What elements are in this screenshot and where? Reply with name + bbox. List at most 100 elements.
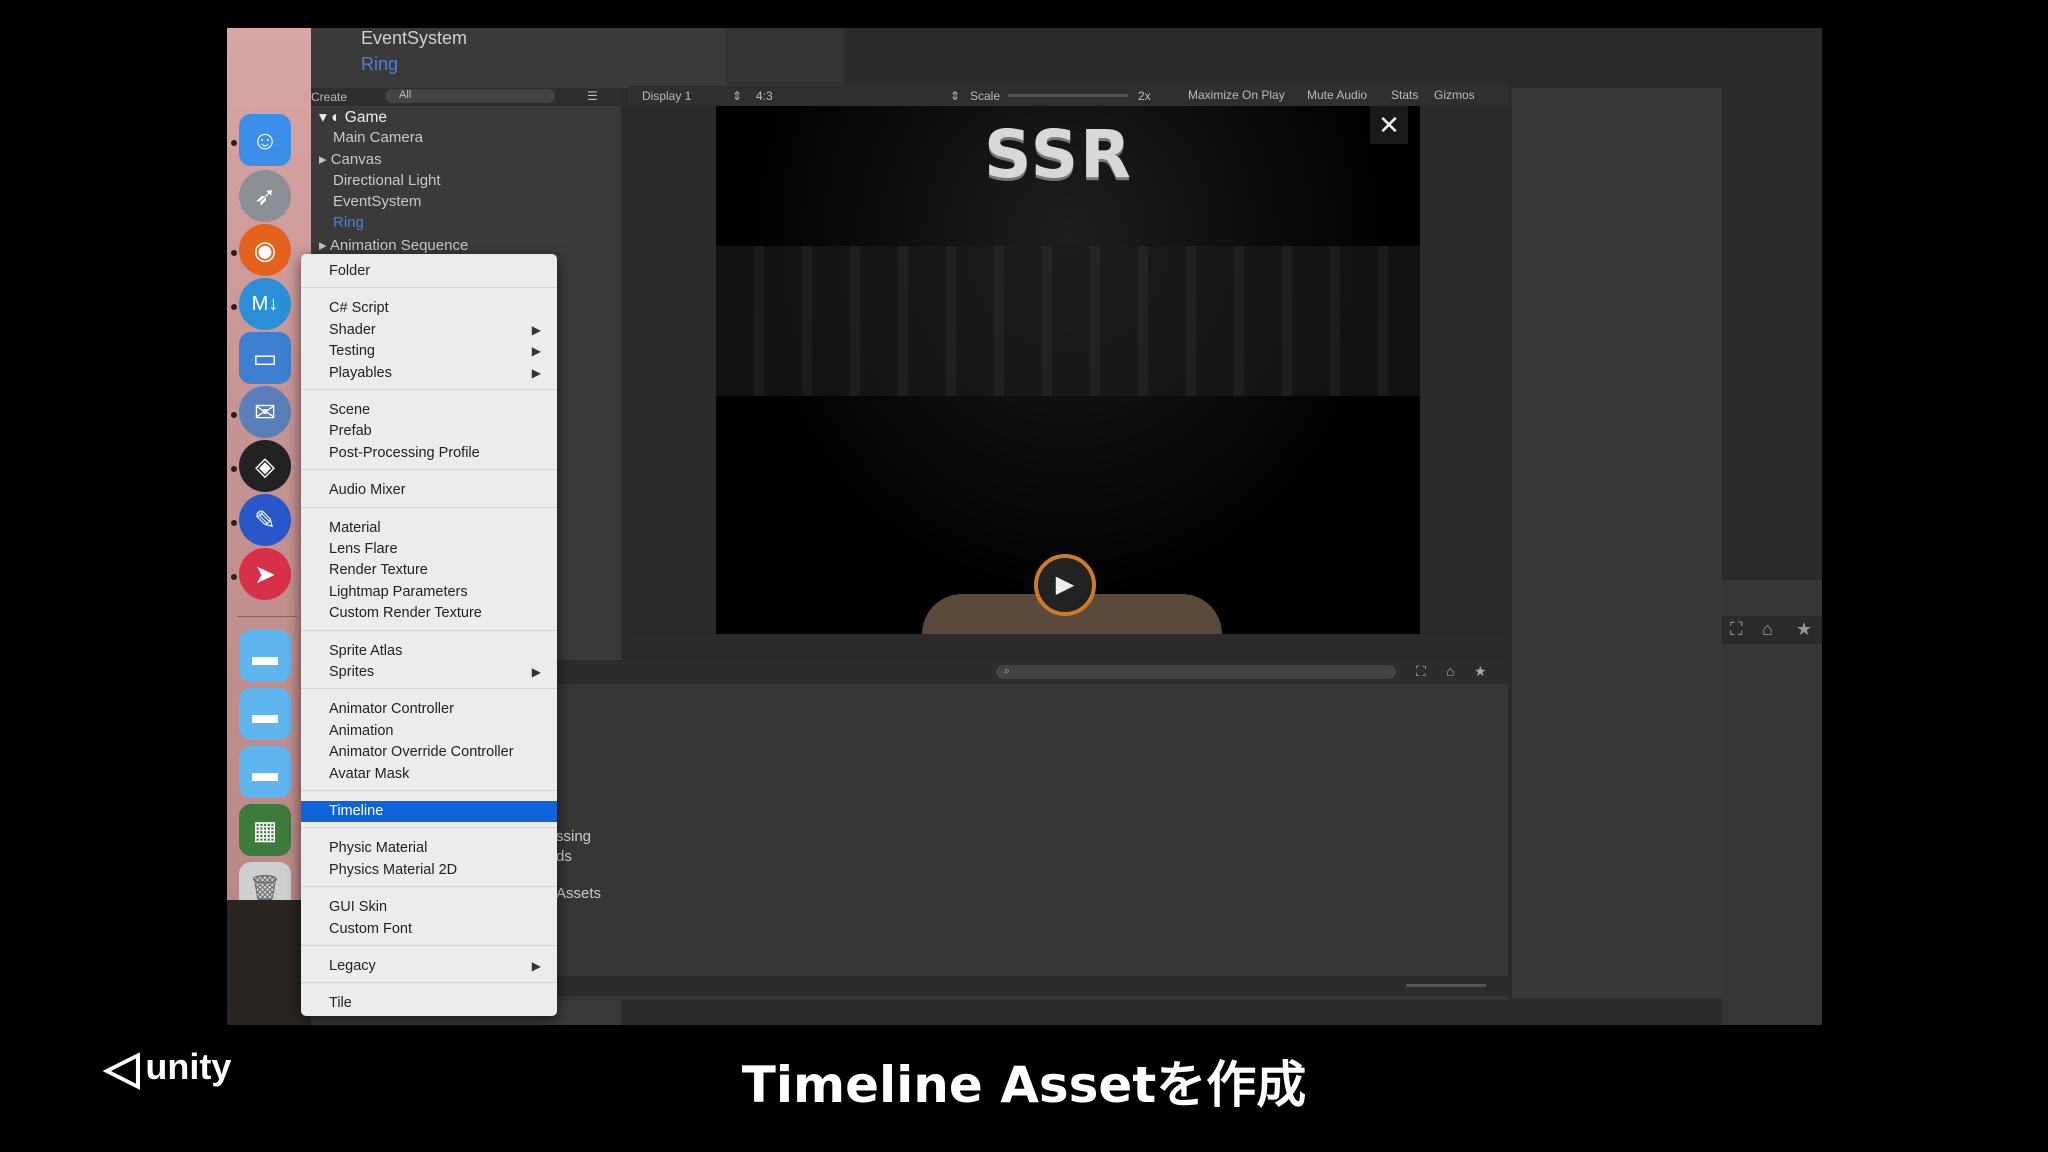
menu-item-label: Custom Render Texture	[329, 605, 482, 622]
aspect-dropdown[interactable]: 4:3	[756, 89, 773, 103]
menu-item-legacy[interactable]: Legacy ▶	[301, 956, 557, 977]
menu-item-label: Playables	[329, 364, 392, 381]
hierarchy-toolbar: Create All ☰	[311, 88, 621, 106]
menu-item-testing[interactable]: Testing ▶	[301, 341, 557, 362]
menu-item-folder[interactable]: Folder	[301, 261, 557, 282]
star-icon[interactable]: ★	[1796, 619, 1812, 640]
markdown-app-icon[interactable]: M↓	[239, 278, 291, 330]
menu-item-physic-material[interactable]: Physic Material	[301, 838, 557, 859]
menu-item-c-script[interactable]: C# Script	[301, 298, 557, 319]
mute-audio-button[interactable]: Mute Audio	[1307, 88, 1367, 102]
submenu-arrow-icon: ▶	[531, 365, 541, 380]
menu-separator	[301, 886, 557, 888]
folder-icon[interactable]: ▬	[239, 746, 291, 798]
menu-separator	[301, 790, 557, 791]
maximize-on-play-button[interactable]: Maximize On Play	[1188, 88, 1285, 102]
menu-separator	[301, 982, 557, 984]
menu-item-custom-font[interactable]: Custom Font	[301, 919, 557, 940]
menu-item-gui-skin[interactable]: GUI Skin	[301, 897, 557, 918]
tag-icon[interactable]: ⌂	[1446, 663, 1454, 679]
menu-item-scene[interactable]: Scene	[301, 400, 557, 421]
menu-item-audio-mixer[interactable]: Audio Mixer	[301, 480, 557, 501]
mail-app-icon[interactable]: ✉	[239, 386, 291, 438]
subtitle-caption: Timeline Assetを作成	[741, 1056, 1307, 1114]
play-button-icon[interactable]: ▶	[1034, 554, 1096, 616]
menu-item-render-texture[interactable]: Render Texture	[301, 560, 557, 581]
filter-type-icon[interactable]: ⛶	[1730, 619, 1743, 640]
menu-item-animator-override-controller[interactable]: Animator Override Controller	[301, 742, 557, 763]
minecraft-icon[interactable]: ▦	[239, 804, 291, 856]
hierarchy-item-animation-sequence[interactable]: ▸ Animation Sequence	[319, 236, 468, 254]
menu-item-playables[interactable]: Playables ▶	[301, 363, 557, 384]
menu-item-material[interactable]: Material	[301, 518, 557, 539]
menu-separator	[301, 629, 557, 631]
keynote-icon[interactable]: ▭	[239, 332, 291, 384]
hierarchy-search[interactable]: All	[385, 89, 555, 103]
hierarchy-item-eventsystem[interactable]: EventSystem	[333, 193, 421, 210]
menu-item-label: Render Texture	[329, 562, 428, 579]
icon-size-slider[interactable]	[1406, 984, 1486, 987]
firefox-icon[interactable]: ◉	[239, 224, 291, 276]
menu-separator	[301, 827, 557, 829]
menu-item-post-processing-profile[interactable]: Post-Processing Profile	[301, 443, 557, 464]
menu-item-label: Timeline	[329, 803, 384, 819]
star-icon[interactable]: ★	[1474, 663, 1487, 680]
menu-item-timeline[interactable]: Timeline	[301, 801, 557, 822]
menu-item-shader[interactable]: Shader ▶	[301, 320, 557, 341]
menu-item-lens-flare[interactable]: Lens Flare	[301, 539, 557, 560]
filter-type-icon[interactable]: ⛶	[1416, 663, 1426, 680]
scale-slider[interactable]	[1008, 94, 1128, 97]
menu-item-animation[interactable]: Animation	[301, 721, 557, 742]
menu-item-label: Animator Controller	[329, 701, 454, 718]
hierarchy-top-item-selected[interactable]: Ring	[361, 54, 398, 75]
menu-item-sprite-atlas[interactable]: Sprite Atlas	[301, 641, 557, 662]
menu-item-prefab[interactable]: Prefab	[301, 421, 557, 442]
project-search-input[interactable]: ⌕	[996, 665, 1396, 679]
close-icon[interactable]: ✕	[1370, 106, 1408, 144]
menu-item-lightmap-parameters[interactable]: Lightmap Parameters	[301, 582, 557, 603]
project-folder-fragment[interactable]: Assets	[556, 885, 601, 902]
menu-item-label: Sprites	[329, 664, 375, 680]
gizmos-dropdown[interactable]: Gizmos	[1434, 88, 1475, 102]
create-context-menu: Folder C# Script Shader ▶ Testing ▶ Playables ▶…	[301, 254, 557, 1016]
presentation-app-icon[interactable]: ➤	[239, 548, 291, 600]
folder-icon[interactable]: ▬	[239, 688, 291, 740]
hierarchy-item-canvas[interactable]: ▸ Canvas	[319, 150, 382, 168]
project-folder-fragment[interactable]: ssing	[556, 828, 591, 845]
folder-icon[interactable]: ▬	[239, 630, 291, 682]
hierarchy-top-item: EventSystem	[361, 28, 468, 48]
menu-item-tile[interactable]: Tile	[301, 993, 557, 1014]
menu-item-label: Lens Flare	[329, 541, 398, 557]
menu-separator	[301, 945, 557, 946]
game-toolbar: Display 1 ⇕ 4:3 ⇕ Scale 2x Maximize On P…	[628, 86, 1508, 106]
far-right-panel	[1722, 28, 1822, 580]
unity-app-icon[interactable]: ◈	[239, 440, 291, 492]
menu-separator	[301, 389, 557, 390]
hierarchy-item-main-camera[interactable]: Main Camera	[333, 129, 423, 146]
hierarchy-item-ring[interactable]: Ring	[333, 214, 364, 231]
submenu-arrow-icon: ▶	[531, 322, 541, 337]
create-dropdown[interactable]: Create	[311, 90, 347, 104]
menu-item-label: Animator Override Controller	[329, 744, 514, 761]
stats-button[interactable]: Stats	[1391, 88, 1418, 102]
menu-item-sprites[interactable]: Sprites ▶	[301, 662, 557, 683]
screen-recorder-icon[interactable]: ✎	[239, 494, 291, 546]
tag-icon[interactable]: ⌂	[1762, 619, 1773, 640]
project-folder-fragment[interactable]: ds	[556, 848, 572, 865]
menu-item-custom-render-texture[interactable]: Custom Render Texture	[301, 603, 557, 624]
menu-item-label: Physics Material 2D	[329, 861, 458, 878]
hierarchy-item-directional-light[interactable]: Directional Light	[333, 172, 441, 189]
menu-item-avatar-mask[interactable]: Avatar Mask	[301, 764, 557, 785]
finder-icon[interactable]: ☺	[239, 114, 291, 166]
display-dropdown[interactable]: Display 1	[642, 89, 691, 103]
desktop-wallpaper	[227, 900, 311, 1025]
list-options-icon[interactable]: ☰	[587, 89, 598, 103]
scene-row[interactable]: ▾ ◐ Game	[319, 108, 387, 127]
launchpad-icon[interactable]: ➶	[239, 170, 291, 222]
hexagon-pattern	[716, 246, 1420, 396]
menu-item-label: Legacy	[329, 958, 376, 974]
asset-labels-bar: ⛶ ⌂ ★	[1722, 616, 1822, 644]
project-panel: ⌕ ⛶ ⌂ ★ ssing ds Assets	[556, 660, 1508, 1000]
menu-item-animator-controller[interactable]: Animator Controller	[301, 699, 557, 720]
menu-item-physics-material-2d[interactable]: Physics Material 2D	[301, 860, 557, 881]
